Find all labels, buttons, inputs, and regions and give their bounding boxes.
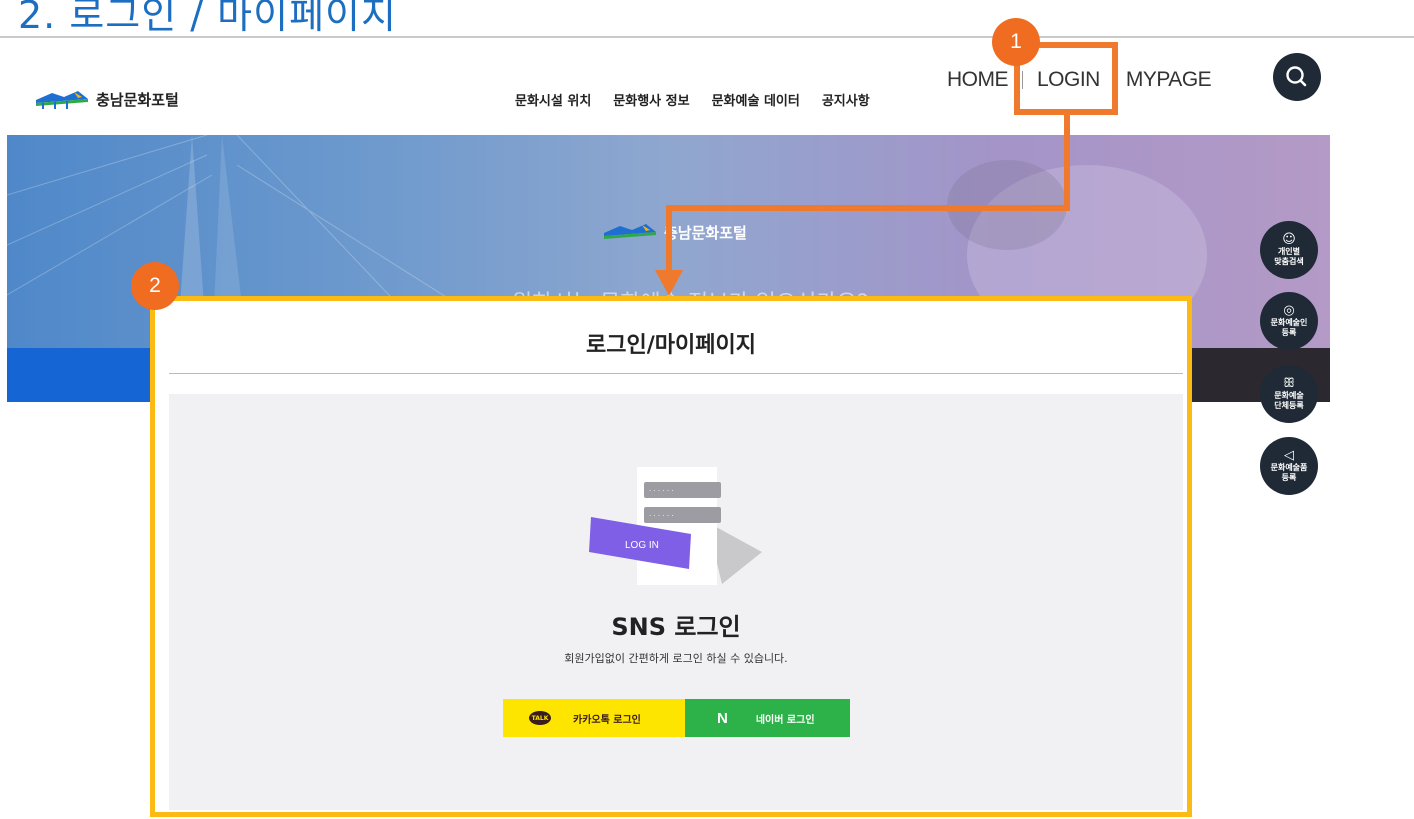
hero-logo-text: 충남문화포털 bbox=[664, 223, 747, 242]
home-link[interactable]: HOME bbox=[947, 68, 1009, 92]
sns-description: 회원가입없이 간편하게 로그인 하실 수 있습니다. bbox=[564, 652, 788, 665]
logo-mark-icon bbox=[604, 224, 656, 239]
quick-label: 문화예술인 등록 bbox=[1270, 318, 1308, 337]
login-modal: 로그인/마이페이지 · · · · · · · · · · · · LOG IN… bbox=[150, 296, 1192, 817]
nav-item-notice[interactable]: 공지사항 bbox=[822, 90, 870, 109]
logo-text: 충남문화포털 bbox=[96, 90, 179, 109]
modal-divider bbox=[169, 373, 1183, 374]
quick-label: 개인별 맞춤검색 bbox=[1274, 247, 1304, 266]
slide-title: 2. 로그인 / 마이페이지 bbox=[18, 0, 397, 37]
quick-group-register[interactable]: ꕥ 문화예술 단체등록 bbox=[1260, 365, 1318, 423]
site-header: 충남문화포털 문화시설 위치 문화행사 정보 문화예술 데이터 공지사항 HOM… bbox=[7, 40, 1330, 135]
quick-label: 문화예술 단체등록 bbox=[1274, 391, 1304, 410]
illustration-login-text: LOG IN bbox=[625, 540, 659, 551]
kakao-login-button[interactable]: TALK 카카오톡 로그인 bbox=[503, 699, 696, 737]
slide-divider bbox=[0, 36, 1414, 38]
quick-artwork-register[interactable]: ◁ 문화예술품 등록 bbox=[1260, 437, 1318, 495]
svg-text:· · · · · ·: · · · · · · bbox=[649, 487, 673, 495]
login-illustration: · · · · · · · · · · · · LOG IN bbox=[589, 467, 762, 585]
modal-body: · · · · · · · · · · · · LOG IN SNS 로그인 회… bbox=[169, 394, 1183, 810]
svg-text:· · · · · ·: · · · · · · bbox=[649, 512, 673, 520]
kakao-login-label: 카카오톡 로그인 bbox=[573, 714, 641, 726]
smile-heart-icon: ☺ bbox=[1282, 232, 1296, 247]
logo-mark-icon bbox=[36, 91, 88, 109]
group-icon: ꕥ bbox=[1282, 376, 1296, 391]
kakao-talk-icon: TALK bbox=[529, 711, 551, 725]
main-nav: 문화시설 위치 문화행사 정보 문화예술 데이터 공지사항 bbox=[515, 90, 870, 109]
callout-badge-2: 2 bbox=[131, 262, 179, 310]
callout-badge-1: 1 bbox=[992, 18, 1040, 66]
nav-item-data[interactable]: 문화예술 데이터 bbox=[712, 90, 800, 109]
hero-logo: 충남문화포털 bbox=[602, 221, 747, 243]
naver-icon: N bbox=[717, 709, 728, 727]
sns-title: SNS 로그인 bbox=[611, 613, 741, 641]
mypage-link[interactable]: MYPAGE bbox=[1126, 68, 1212, 92]
naver-login-label: 네이버 로그인 bbox=[755, 714, 815, 726]
nav-item-event[interactable]: 문화행사 정보 bbox=[613, 90, 689, 109]
megaphone-icon: ◁ bbox=[1284, 448, 1294, 463]
nav-item-facility[interactable]: 문화시설 위치 bbox=[515, 90, 591, 109]
modal-title: 로그인/마이페이지 bbox=[586, 333, 756, 358]
palette-icon: ◎ bbox=[1283, 303, 1295, 318]
search-button[interactable] bbox=[1273, 53, 1321, 101]
quick-label: 문화예술품 등록 bbox=[1270, 463, 1308, 482]
naver-login-button[interactable]: N 네이버 로그인 bbox=[685, 699, 850, 737]
quick-artist-register[interactable]: ◎ 문화예술인 등록 bbox=[1260, 292, 1318, 350]
search-icon bbox=[1286, 66, 1307, 87]
site-logo[interactable]: 충남문화포털 bbox=[34, 88, 179, 110]
quick-personal-search[interactable]: ☺ 개인별 맞춤검색 bbox=[1260, 221, 1318, 279]
